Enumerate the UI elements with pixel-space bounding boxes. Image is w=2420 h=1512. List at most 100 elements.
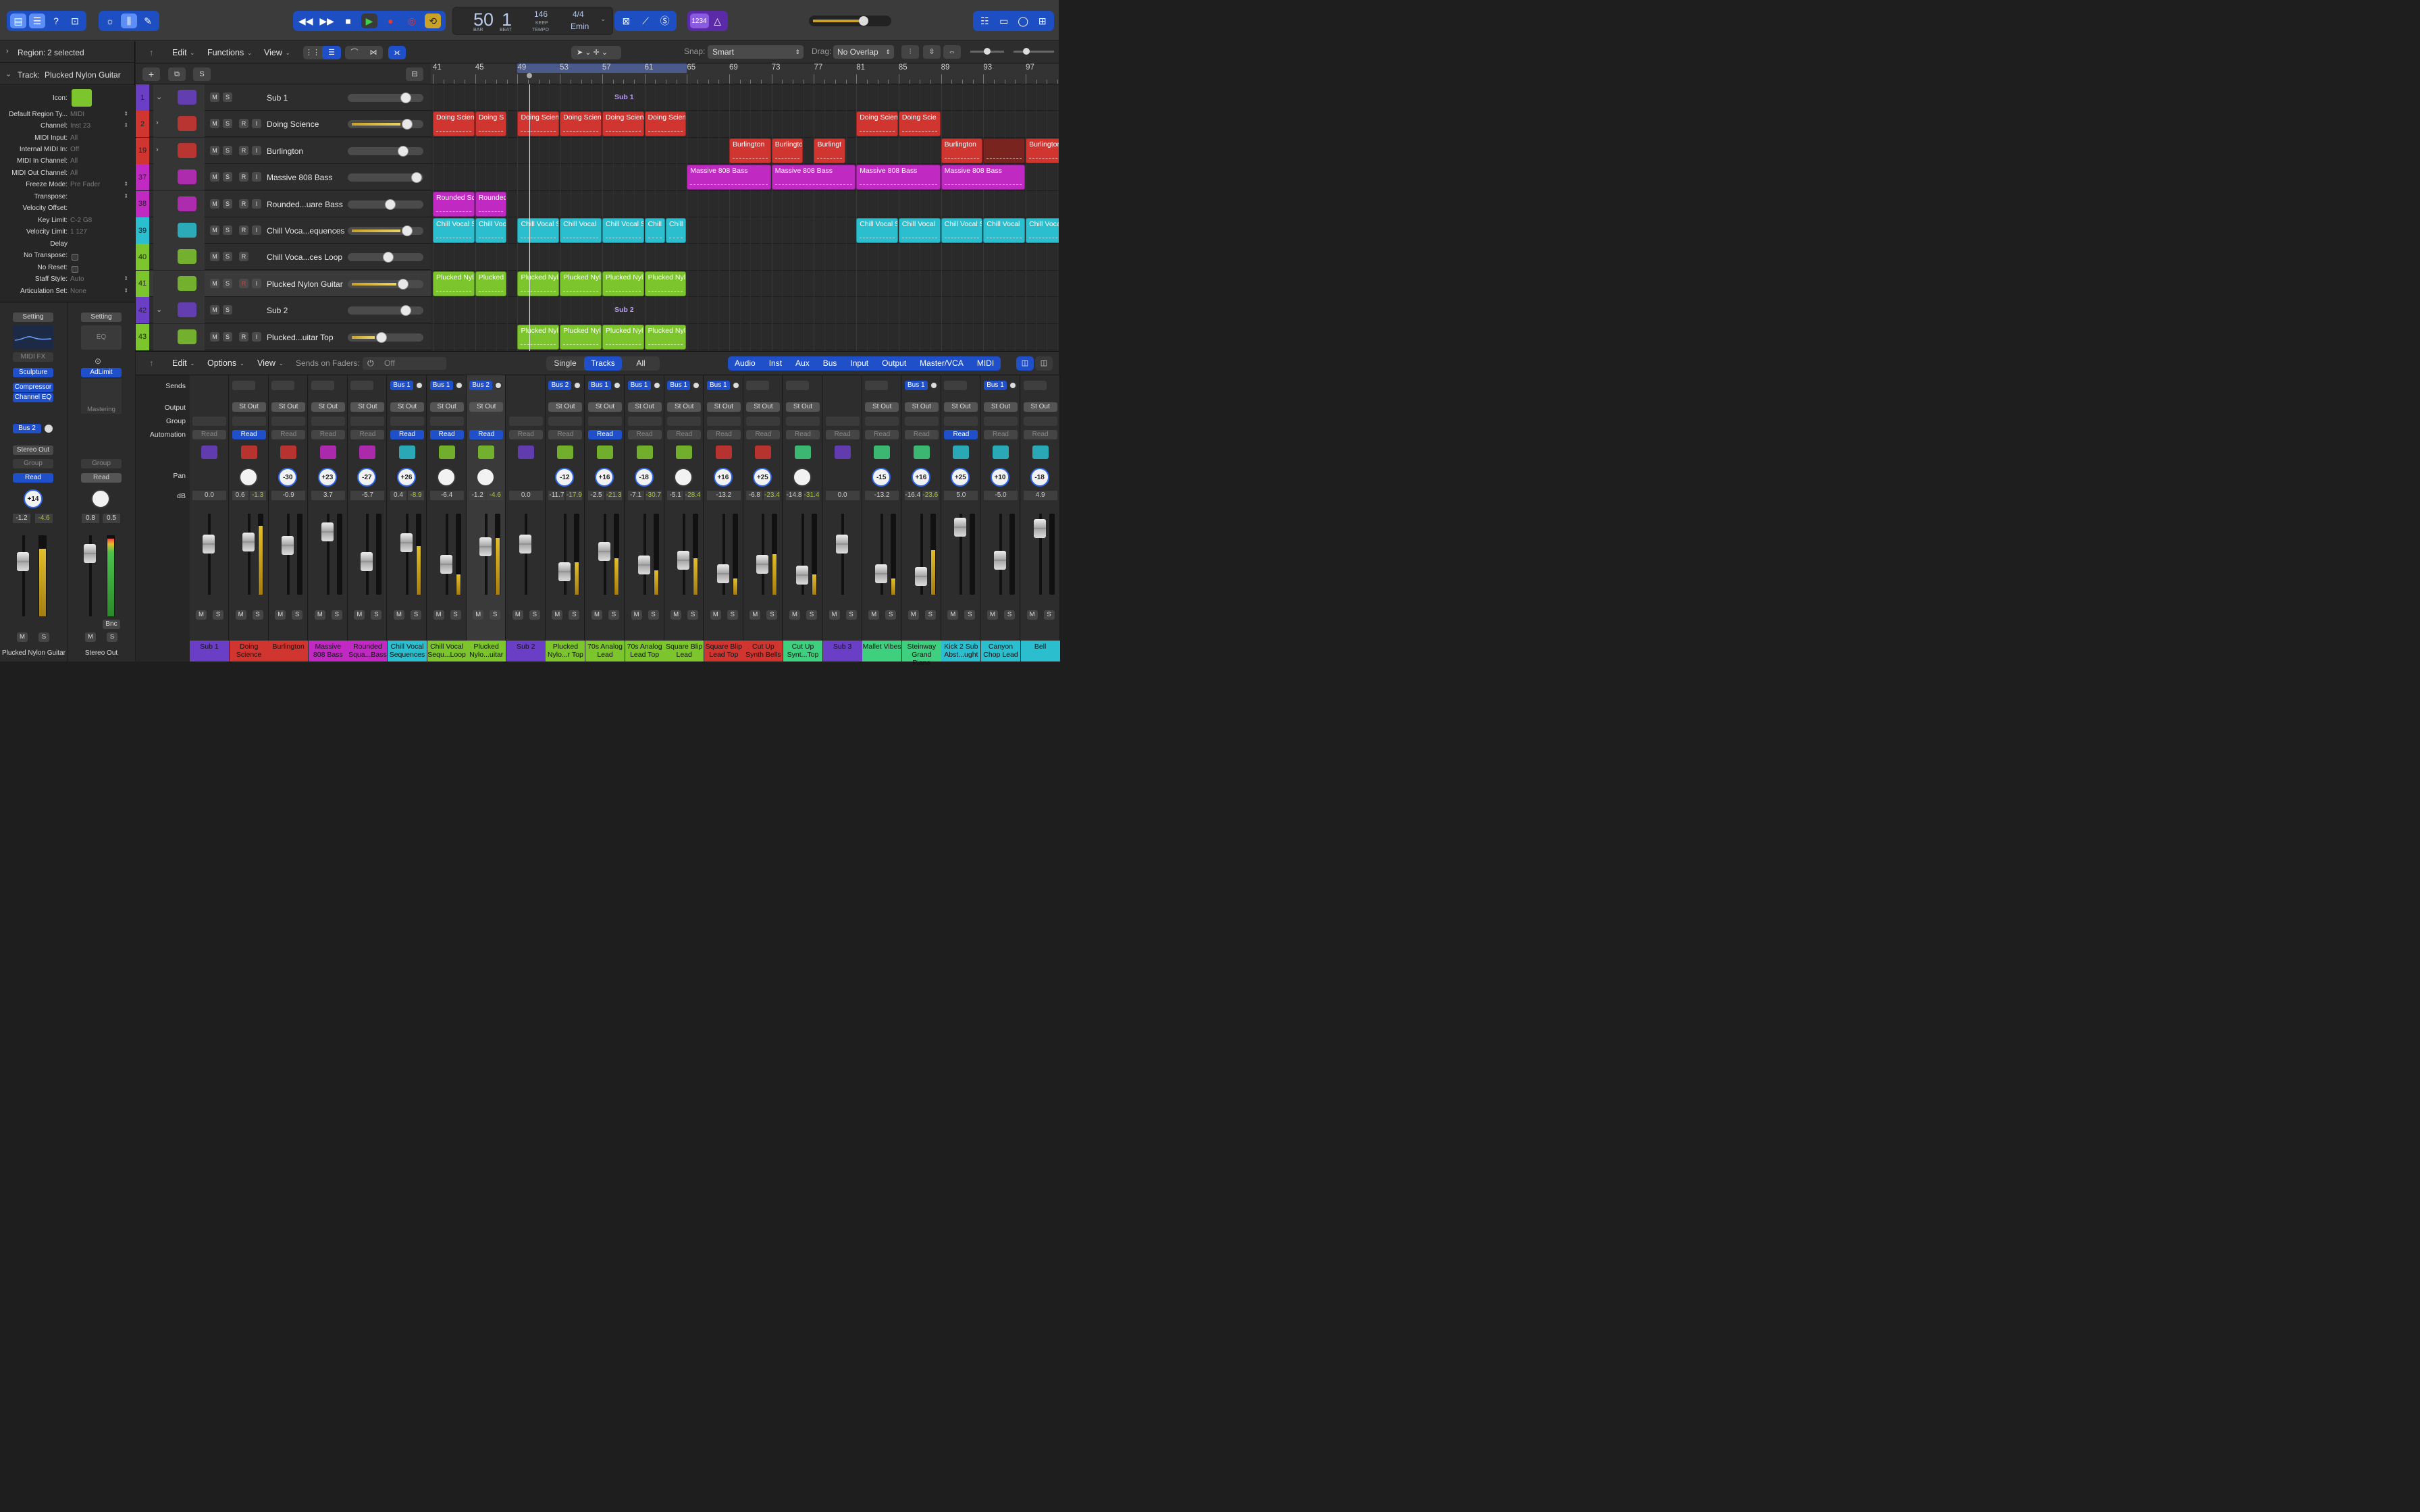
rewind-icon[interactable]: ◀◀ <box>298 14 314 28</box>
automation-button[interactable]: Read <box>746 430 781 439</box>
solo-button[interactable]: S <box>223 305 232 315</box>
automation-icon[interactable]: ⌒ <box>345 46 364 59</box>
region[interactable]: Doing Scie <box>898 111 941 137</box>
vertical-zoom-knob[interactable] <box>984 48 991 55</box>
channel-name[interactable]: Cut Up Synth Bells <box>743 641 783 662</box>
automation-button[interactable]: Read <box>469 430 504 439</box>
track-header-7[interactable]: 40 M S R Chill Voca...ces Loop <box>136 244 431 271</box>
solo-button[interactable]: S <box>223 92 232 102</box>
region[interactable]: Chill Vocal S <box>602 218 644 243</box>
checkbox[interactable] <box>72 254 78 261</box>
smart-controls-icon[interactable]: ☼ <box>102 14 118 28</box>
track-name[interactable]: Plucked Nylon Guitar <box>267 279 343 289</box>
mute-button[interactable]: M <box>394 610 404 620</box>
region[interactable]: Massive 808 Bass <box>856 165 941 190</box>
track-volume-knob[interactable] <box>383 252 394 263</box>
bar-ruler[interactable]: 41 45 49 53 57 61 65 69 73 77 81 85 89 93 97 <box>431 63 1059 84</box>
guitar-icon[interactable] <box>72 89 92 107</box>
disclosure-down-icon[interactable]: ⌄ <box>156 92 162 101</box>
output-button[interactable]: St Out <box>786 402 820 412</box>
mute-button[interactable]: M <box>591 610 602 620</box>
inspector-row[interactable]: Velocity Limit: 1 127 <box>0 228 135 240</box>
empty-send-slot[interactable] <box>786 381 809 390</box>
horizontal-zoom-slider[interactable] <box>1014 48 1054 55</box>
track-volume-slider[interactable] <box>348 305 423 317</box>
playhead-marker[interactable] <box>527 73 533 78</box>
mute-button[interactable]: M <box>210 305 219 315</box>
track-volume-slider[interactable] <box>348 198 423 210</box>
pan-knob[interactable]: +10 <box>991 468 1009 487</box>
region[interactable]: Chill Vocal S <box>856 218 898 243</box>
stop-icon[interactable]: ■ <box>340 14 357 28</box>
library-icon[interactable]: ▤ <box>10 14 26 28</box>
volume-fader[interactable] <box>637 555 650 574</box>
mute-button[interactable]: M <box>210 278 219 288</box>
group-slot[interactable] <box>350 416 385 426</box>
track-volume-knob[interactable] <box>402 119 413 130</box>
group-slot[interactable] <box>508 416 543 426</box>
automation-button[interactable]: Read <box>350 430 385 439</box>
region[interactable]: Massive 808 Bass <box>941 165 1026 190</box>
automation-button[interactable]: Read <box>865 430 899 439</box>
automation-button[interactable]: Read <box>548 430 583 439</box>
solo-button[interactable]: S <box>223 119 232 129</box>
output-button[interactable]: St Out <box>311 402 345 412</box>
inspector-row[interactable]: Default Region Ty... MIDI ⇕ <box>0 111 135 122</box>
count-in-button[interactable]: 1234 <box>689 14 709 28</box>
track-name[interactable]: Sub 2 <box>267 306 288 315</box>
mute-button[interactable]: M <box>354 610 365 620</box>
pan-knob[interactable]: +26 <box>397 468 416 487</box>
automation-button[interactable]: Read <box>232 430 266 439</box>
group-slot[interactable] <box>232 416 266 426</box>
solo-button[interactable]: S <box>252 610 263 620</box>
group-slot[interactable] <box>786 416 820 426</box>
setting-button[interactable]: Setting <box>13 313 53 322</box>
list-view-icon[interactable]: ☰ <box>322 46 341 59</box>
input-monitor-button[interactable]: I <box>252 278 261 288</box>
send-knob[interactable] <box>692 381 701 389</box>
solo-button[interactable]: S <box>223 172 232 182</box>
pan-knob[interactable]: -15 <box>872 468 891 487</box>
inspector-row[interactable]: Articulation Set: None ⇕ <box>0 288 135 299</box>
mute-button[interactable]: M <box>670 610 682 620</box>
pan-knob[interactable]: -18 <box>1030 468 1049 487</box>
send-knob[interactable] <box>613 381 621 389</box>
tool-menu[interactable]: ➤ ⌄ ✛ ⌄ <box>571 46 621 59</box>
capture-record-icon[interactable]: ◎ <box>404 14 420 28</box>
track-volume-slider[interactable] <box>348 331 423 343</box>
mute-button[interactable]: M <box>749 610 761 620</box>
track-volume-slider[interactable] <box>348 278 423 290</box>
solo-button[interactable]: S <box>766 610 778 620</box>
send-knob[interactable] <box>45 425 53 433</box>
input-monitor-button[interactable]: I <box>252 225 261 235</box>
track-volume-knob[interactable] <box>398 278 409 290</box>
output-button[interactable]: St Out <box>706 402 741 412</box>
view-menu[interactable]: View ⌄ <box>264 46 290 59</box>
automation-button[interactable]: Read <box>984 430 1018 439</box>
inspector-row[interactable]: No Reset: <box>0 264 135 275</box>
mute-button[interactable]: M <box>210 331 219 342</box>
mixer-options-menu[interactable]: Options ⌄ <box>207 356 244 370</box>
region[interactable]: Rounded Sq <box>433 191 475 217</box>
global-tracks-icon[interactable]: ⊟ <box>406 68 423 81</box>
track-volume-slider[interactable] <box>348 145 423 157</box>
output-button[interactable]: St Out <box>350 402 385 412</box>
fast-forward-icon[interactable]: ▶▶ <box>319 14 335 28</box>
volume-fader[interactable] <box>1033 518 1046 538</box>
automation-button[interactable]: Read <box>13 473 53 483</box>
pan-knob[interactable]: +25 <box>753 468 772 487</box>
solo-button[interactable]: S <box>292 610 303 620</box>
eq-thumbnail[interactable] <box>13 325 53 350</box>
channel-name[interactable]: Canyon Chop Lead <box>981 641 1020 662</box>
solo-button[interactable]: S <box>569 610 580 620</box>
track-header-2[interactable]: 2 › M S R I Doing Science <box>136 111 431 138</box>
region[interactable]: Doing Scien <box>517 111 560 137</box>
mute-button[interactable]: M <box>789 610 800 620</box>
group-slot[interactable] <box>271 416 306 426</box>
empty-send-slot[interactable] <box>311 381 334 390</box>
volume-fader[interactable] <box>914 567 927 587</box>
output-button[interactable]: St Out <box>667 402 702 412</box>
track-volume-slider[interactable] <box>348 225 423 236</box>
solo-button[interactable]: S <box>1043 610 1055 620</box>
inspector-row[interactable]: Transpose: ⇕ <box>0 193 135 205</box>
